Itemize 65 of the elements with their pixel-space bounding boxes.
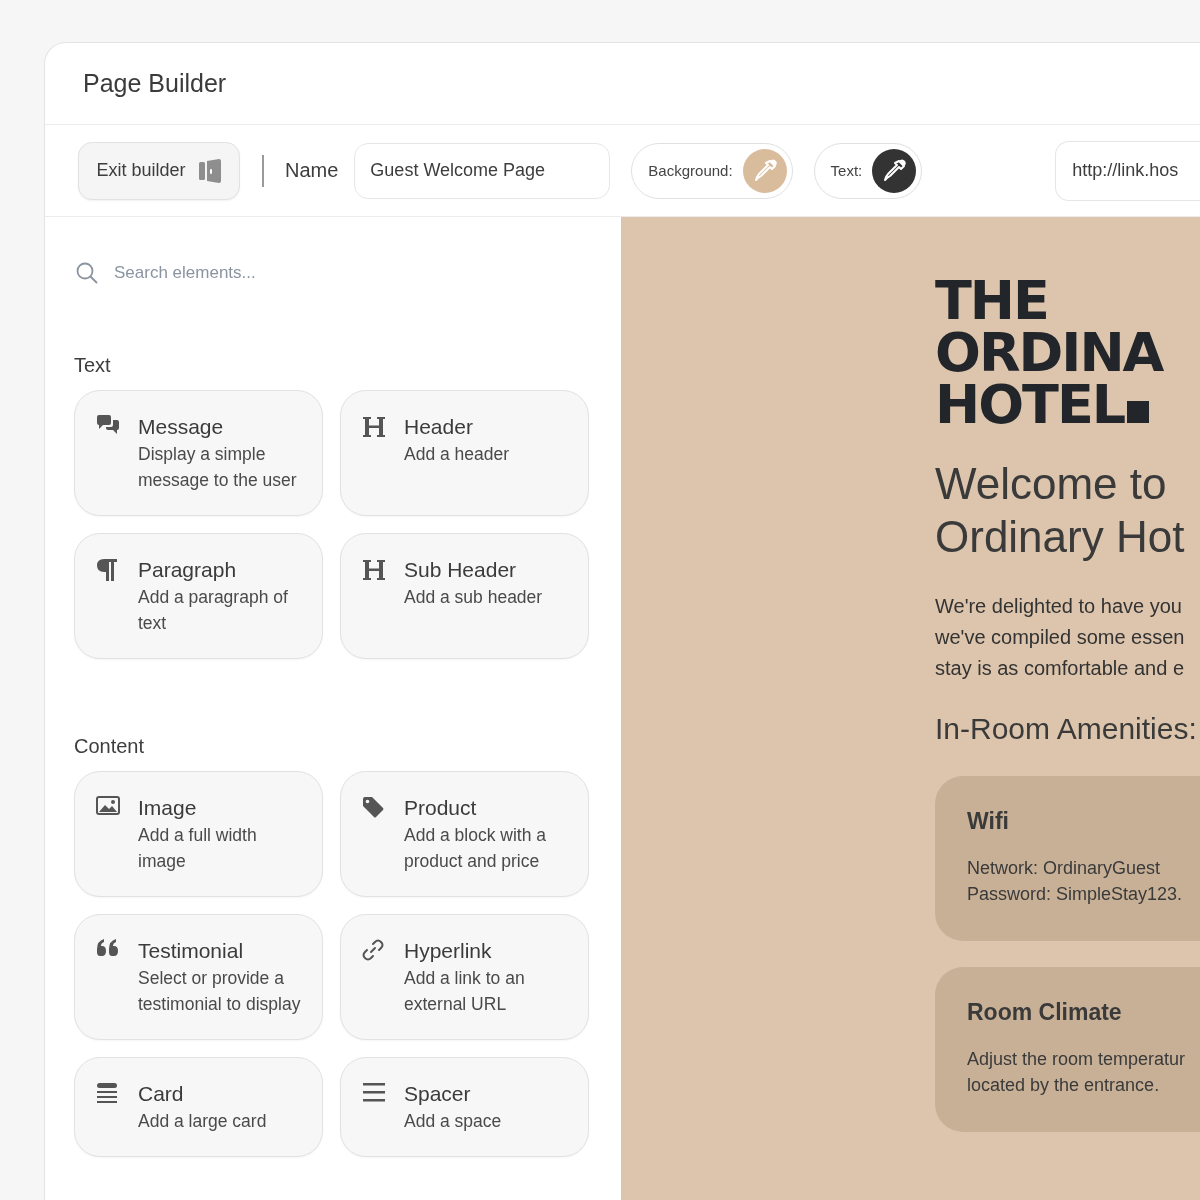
welcome-heading: Welcome to — [935, 458, 1167, 510]
element-description: Add a space — [404, 1110, 503, 1133]
element-description: Add a link to an external URL — [404, 967, 526, 1016]
pilcrow-icon — [96, 558, 118, 582]
tag-icon — [362, 796, 384, 818]
amenity-text: located by the entrance. — [967, 1074, 1160, 1097]
amenity-title: Room Climate — [967, 999, 1122, 1026]
element-card[interactable]: Header Add a header — [340, 390, 589, 516]
intro-text: we've compiled some essen — [935, 625, 1185, 650]
name-label: Name — [285, 159, 339, 182]
image-icon — [96, 796, 120, 816]
letter-h-icon — [362, 415, 386, 439]
element-card[interactable]: Image Add a full width image — [74, 771, 323, 897]
element-title: Hyperlink — [404, 938, 493, 964]
element-description: Select or provide a testimonial to display — [138, 967, 302, 1016]
element-card[interactable]: Product Add a block with a product and price — [340, 771, 589, 897]
element-title: Paragraph — [138, 557, 238, 583]
element-title: Spacer — [404, 1081, 472, 1107]
link-icon — [362, 939, 384, 961]
hotel-logo-text: THE — [935, 275, 1048, 327]
search-field[interactable]: Search elements... — [114, 263, 414, 283]
url-field[interactable]: http://link.hos — [1055, 140, 1200, 201]
intro-text: We're delighted to have you — [935, 594, 1182, 619]
amenity-text: Password: SimpleStay123. — [967, 883, 1183, 906]
element-card[interactable]: Testimonial Select or provide a testimonial to display — [74, 914, 323, 1040]
element-title: Message — [138, 414, 225, 440]
element-description: Display a simple message to the user — [138, 443, 298, 492]
hotel-logo-text: ORDINA — [935, 327, 1163, 379]
element-title: Sub Header — [404, 557, 518, 583]
element-description: Add a header — [404, 443, 511, 466]
element-title: Card — [138, 1081, 185, 1107]
element-title: Product — [404, 795, 478, 821]
element-description: Add a large card — [138, 1110, 268, 1133]
amenity-title: Wifi — [967, 808, 1009, 835]
page-name-field[interactable]: Guest Welcome Page — [354, 142, 611, 199]
element-title: Testimonial — [138, 938, 245, 964]
element-description: Add a block with a product and price — [404, 824, 548, 873]
amenity-text: Adjust the room temperatur — [967, 1048, 1186, 1071]
amenity-text: Network: OrdinaryGuest — [967, 857, 1161, 880]
letter-h-icon — [362, 558, 386, 582]
card-icon — [96, 1082, 118, 1104]
section-title: Content — [74, 735, 146, 758]
exit-builder-button[interactable]: Exit builder — [78, 141, 240, 200]
chat-bubbles-icon — [96, 415, 120, 435]
door-icon — [197, 157, 222, 184]
element-description: Add a full width image — [138, 824, 258, 873]
lines-icon — [362, 1082, 386, 1102]
section-title: Text — [74, 354, 112, 377]
element-description: Add a paragraph of text — [138, 586, 289, 635]
element-card[interactable]: Spacer Add a space — [340, 1057, 589, 1157]
hotel-logo-text: HOTEL — [935, 379, 1150, 431]
element-card[interactable]: Sub Header Add a sub header — [340, 533, 589, 659]
element-card[interactable]: Paragraph Add a paragraph of text — [74, 533, 323, 659]
search-icon — [76, 262, 98, 284]
welcome-heading: Ordinary Hot — [935, 511, 1185, 563]
element-card[interactable]: Message Display a simple message to the user — [74, 390, 323, 516]
intro-text: stay is as comfortable and e — [935, 656, 1184, 681]
window-title: Page Builder — [83, 69, 227, 98]
element-card[interactable]: Hyperlink Add a link to an external URL — [340, 914, 589, 1040]
element-title: Header — [404, 414, 474, 440]
element-card[interactable]: Card Add a large card — [74, 1057, 323, 1157]
amenities-heading: In-Room Amenities: — [935, 712, 1198, 746]
quote-icon — [96, 939, 120, 957]
element-description: Add a sub header — [404, 586, 544, 609]
element-title: Image — [138, 795, 198, 821]
